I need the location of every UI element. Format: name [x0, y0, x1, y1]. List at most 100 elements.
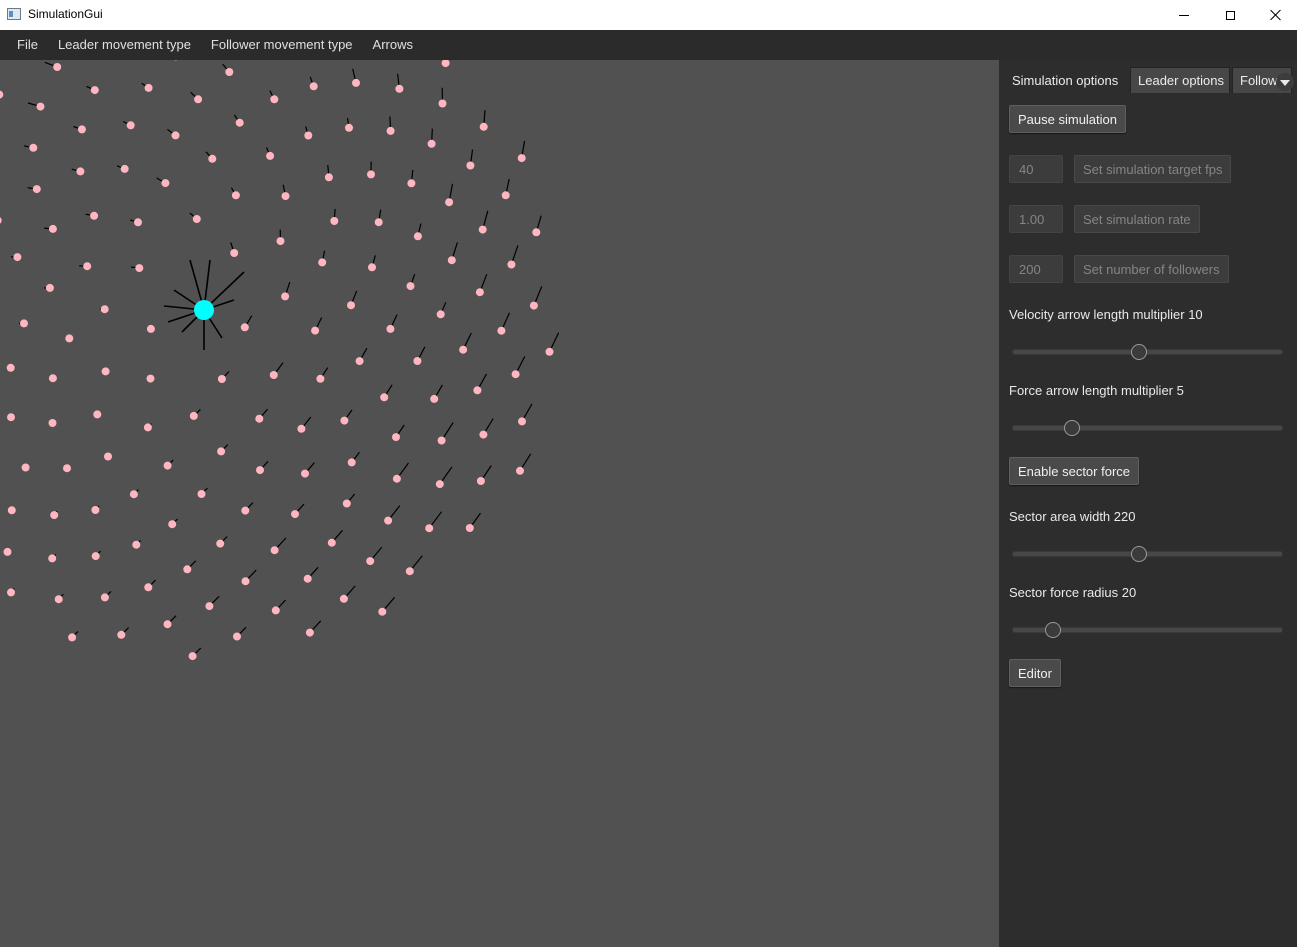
follower-dot [330, 217, 339, 225]
follower-dot [367, 170, 375, 179]
follower-dot [270, 95, 279, 104]
follower-dot [143, 423, 152, 432]
follower-dot [192, 215, 201, 223]
follower-dot [90, 86, 99, 95]
follower-dot [435, 480, 444, 489]
follower-dot [101, 367, 110, 376]
follower-dot [117, 630, 126, 639]
follower-dot [447, 256, 456, 265]
follower-dot [20, 319, 28, 328]
follower-dot [545, 347, 554, 356]
follower-dot [100, 593, 109, 602]
follower-dot [355, 357, 364, 366]
follower-dot [318, 258, 327, 267]
follower-dot [378, 607, 387, 616]
follower-dot [7, 506, 16, 515]
follower-dot [380, 393, 389, 402]
follower-dot [241, 506, 250, 515]
slider-thumb[interactable] [1044, 622, 1061, 638]
minimize-icon [1179, 14, 1189, 16]
follower-dot [517, 154, 526, 163]
follower-dot [340, 416, 349, 425]
follower-dot [240, 323, 249, 332]
follower-dot [256, 466, 264, 475]
follower-dot [135, 264, 144, 273]
sector-radius-slider[interactable] [1012, 622, 1283, 638]
menu-bar: File Leader movement type Follower movem… [0, 30, 1297, 60]
follower-dot [197, 490, 206, 498]
follower-dot [466, 161, 475, 170]
simulation-canvas[interactable] [0, 60, 999, 947]
follower-dot [104, 452, 112, 461]
follower-dot [366, 557, 375, 566]
follower-dot [129, 490, 138, 499]
follower-dot [48, 419, 57, 427]
follower-dot [241, 577, 250, 586]
follower-dot [436, 310, 445, 319]
menu-leader-movement-type[interactable]: Leader movement type [48, 30, 201, 60]
follower-dot [392, 433, 400, 442]
follower-dot [53, 63, 62, 71]
force-multiplier-slider[interactable] [1012, 420, 1283, 436]
follower-dot [303, 574, 312, 583]
menu-file[interactable]: File [7, 30, 48, 60]
slider-thumb[interactable] [1063, 420, 1080, 436]
follower-dot [384, 516, 393, 525]
menu-arrows[interactable]: Arrows [363, 30, 423, 60]
follower-dot [479, 122, 488, 131]
sector-width-slider[interactable] [1012, 546, 1283, 562]
follower-dot [473, 386, 482, 395]
follower-dot [324, 173, 333, 182]
tab-simulation-options[interactable]: Simulation options [1004, 67, 1129, 93]
follower-dot [48, 374, 57, 383]
slider-thumb[interactable] [1131, 344, 1148, 360]
follower-dot [208, 154, 217, 163]
follower-dot [297, 424, 306, 433]
minimize-button[interactable] [1161, 0, 1207, 30]
enable-sector-force-button[interactable]: Enable sector force [1009, 457, 1140, 485]
follower-dot [339, 594, 348, 603]
maximize-button[interactable] [1207, 0, 1253, 30]
slider-track [1012, 349, 1283, 355]
follower-dot [316, 374, 325, 383]
follower-dot [50, 511, 59, 520]
editor-button[interactable]: Editor [1009, 659, 1061, 687]
follower-dot [0, 90, 4, 99]
set-followers-count-button[interactable]: Set number of followers [1074, 255, 1229, 283]
follower-dot [45, 283, 54, 292]
follower-dot [163, 620, 172, 629]
slider-thumb[interactable] [1131, 546, 1148, 562]
target-fps-input[interactable]: 40 [1009, 155, 1063, 183]
tab-leader-options[interactable]: Leader options [1130, 67, 1230, 93]
follower-dot [0, 217, 2, 224]
follower-dot [91, 552, 100, 561]
close-icon [1270, 9, 1282, 21]
tab-overflow-dropdown-icon[interactable] [1276, 73, 1294, 91]
leader-dot[interactable] [194, 300, 214, 320]
menu-follower-movement-type[interactable]: Follower movement type [201, 30, 363, 60]
pause-simulation-button[interactable]: Pause simulation [1009, 105, 1126, 133]
simulation-rate-input[interactable]: 1.00 [1009, 205, 1063, 233]
window-title: SimulationGui [28, 7, 103, 21]
follower-dot [309, 82, 318, 91]
follower-dot [32, 185, 41, 194]
follower-dot [347, 458, 356, 467]
set-target-fps-button[interactable]: Set simulation target fps [1074, 155, 1232, 183]
follower-dot [233, 632, 241, 641]
follower-dot [205, 602, 214, 611]
follower-dot [327, 538, 336, 547]
follower-dot [189, 411, 198, 420]
close-button[interactable] [1253, 0, 1297, 30]
follower-dot [304, 131, 313, 140]
follower-dot [68, 633, 77, 642]
follower-dot [291, 510, 299, 519]
followers-count-input[interactable]: 200 [1009, 255, 1063, 283]
follower-dot [437, 436, 446, 445]
velocity-multiplier-slider[interactable] [1012, 344, 1283, 360]
follower-dot [305, 628, 314, 637]
follower-dot [63, 464, 71, 473]
follower-dot [161, 179, 170, 188]
set-simulation-rate-button[interactable]: Set simulation rate [1074, 205, 1200, 233]
follower-dot [406, 282, 415, 291]
follower-dot [217, 375, 226, 383]
